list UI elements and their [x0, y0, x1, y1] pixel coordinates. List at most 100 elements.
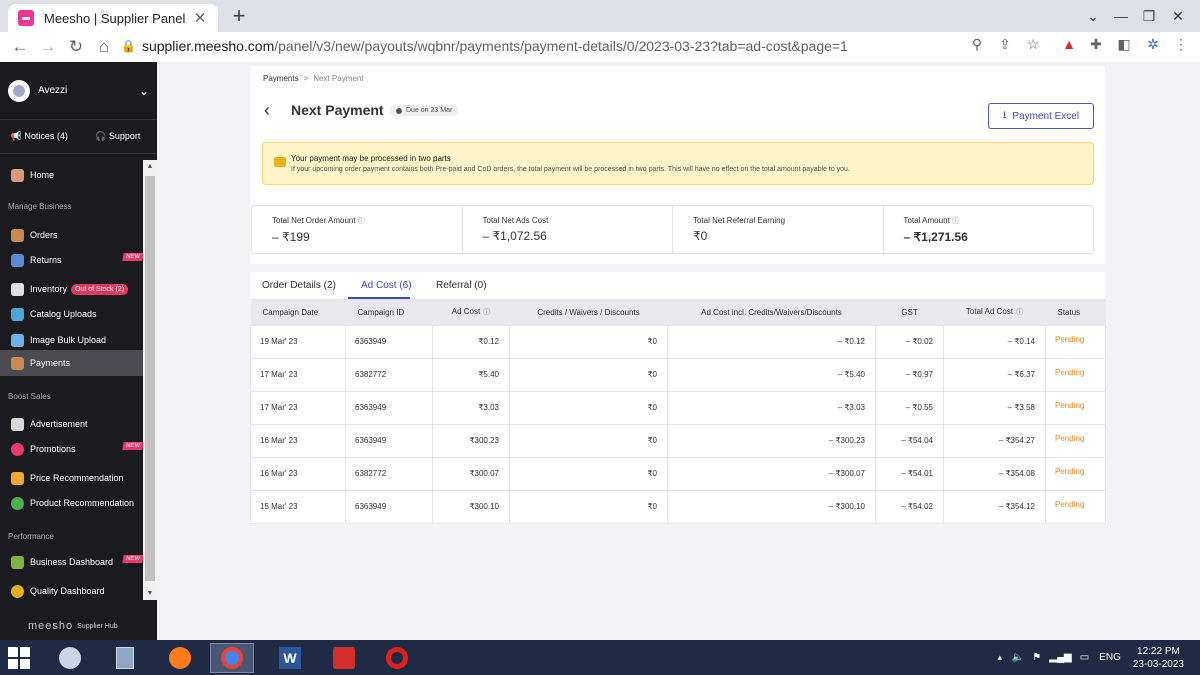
- credits-cell: ₹0: [509, 423, 668, 458]
- windows-start-icon[interactable]: [8, 647, 30, 669]
- zoom-icon[interactable]: ⚲: [966, 36, 988, 53]
- summary-label: Total Net Ads Cost: [482, 216, 549, 225]
- account-switcher[interactable]: Avezzi ⌄: [0, 62, 157, 120]
- status-badge: Pending: [1045, 456, 1106, 491]
- sidebar-item-label: Business Dashboard: [30, 557, 114, 567]
- notice-icon: 📢: [10, 131, 25, 141]
- campaign-date-cell: 15 Mar' 23: [250, 489, 346, 524]
- campaign-id-cell: 6363949: [345, 324, 433, 359]
- payment-excel-button[interactable]: ⭳ Payment Excel: [988, 103, 1094, 129]
- ad-cost-cell: ₹300.23: [432, 423, 510, 458]
- tab-search-icon[interactable]: ⌄: [1078, 0, 1108, 32]
- sidebar-item-catalog-uploads[interactable]: Catalog Uploads: [0, 301, 143, 327]
- back-arrow-icon[interactable]: ‹: [264, 100, 270, 121]
- table-row: 17 Mar' 23 6382772 ₹5.40 ₹0 – ₹5.40 – ₹0…: [250, 357, 1106, 392]
- sidebar-item-advertisement[interactable]: Advertisement: [0, 411, 143, 437]
- opera-app-icon[interactable]: [375, 643, 419, 673]
- sidebar-item-returns[interactable]: Returns NEW: [0, 247, 144, 273]
- sidebar-item-quality-dashboard[interactable]: Quality Dashboard: [0, 578, 143, 604]
- pdf-extension-icon[interactable]: ▲: [1058, 36, 1080, 52]
- notices-link[interactable]: 📢 Notices (4): [0, 131, 79, 142]
- calculator-app-icon[interactable]: [103, 643, 147, 673]
- close-tab-icon[interactable]: ✕: [192, 9, 208, 27]
- table-row: 16 Mar' 23 6363949 ₹300.23 ₹0 – ₹300.23 …: [250, 423, 1106, 458]
- side-panel-icon[interactable]: ◧: [1113, 36, 1135, 53]
- bookmark-star-icon[interactable]: ☆: [1022, 36, 1044, 53]
- sidebar-scrollbar[interactable]: ▲ ▼: [143, 160, 157, 600]
- extensions-icon[interactable]: ✚: [1085, 36, 1107, 53]
- column-header-ad-cost: Ad Cost ⓘ: [432, 300, 510, 325]
- gst-cell: – ₹0.02: [875, 324, 944, 359]
- info-icon[interactable]: ⓘ: [952, 218, 959, 225]
- notices-label: Notices (4): [24, 131, 68, 141]
- volume-icon[interactable]: 🔈: [1012, 652, 1024, 663]
- sidebar-item-inventory[interactable]: Inventory Out of Stock (2): [0, 276, 143, 302]
- sidebar-item-payments[interactable]: Payments: [0, 350, 143, 376]
- tab-referral[interactable]: Referral (0): [436, 280, 487, 291]
- section-performance: Performance: [8, 532, 54, 541]
- headset-icon: 🎧: [95, 131, 109, 141]
- due-date-label: Due on 23 Mar: [406, 107, 453, 114]
- chrome-app-icon[interactable]: [210, 643, 254, 673]
- main-content: Payments > Next Payment ‹ Next Payment Due…: [157, 62, 1200, 640]
- page-title: Next Payment: [291, 102, 384, 118]
- firefox-app-icon[interactable]: [158, 643, 202, 673]
- browser-tab[interactable]: Meesho | Supplier Panel ✕: [8, 4, 218, 32]
- sidebar-item-promotions[interactable]: Promotions NEW: [0, 436, 144, 462]
- restore-button[interactable]: ❐: [1134, 0, 1164, 32]
- breadcrumb-payments[interactable]: Payments: [263, 74, 299, 83]
- battery-icon[interactable]: ▭: [1080, 652, 1089, 663]
- scroll-down-icon[interactable]: ▼: [143, 590, 157, 597]
- language-indicator[interactable]: ENG: [1099, 652, 1121, 663]
- sidebar-item-price-recommendation[interactable]: Price Recommendation: [0, 465, 143, 491]
- detail-tabs: Order Details (2) Ad Cost (6) Referral (…: [250, 272, 1105, 300]
- word-app-icon[interactable]: W: [268, 643, 312, 673]
- info-icon[interactable]: ⓘ: [358, 218, 365, 225]
- close-window-button[interactable]: ✕: [1163, 0, 1193, 32]
- sidebar-item-label: Inventory: [30, 284, 68, 294]
- paint-app-icon[interactable]: [48, 643, 92, 673]
- megaphone-icon: [11, 417, 24, 431]
- reload-icon[interactable]: ↻: [62, 37, 90, 57]
- sidebar-item-home[interactable]: Home: [0, 162, 143, 188]
- flag-icon[interactable]: ⚑: [1032, 652, 1041, 663]
- forward-icon[interactable]: →: [34, 37, 62, 57]
- clock-icon: [396, 107, 402, 114]
- sidebar-item-label: Quality Dashboard: [30, 586, 105, 596]
- supplier-hub-label: Supplier Hub: [77, 622, 118, 630]
- browser-menu-icon[interactable]: ⋮: [1170, 36, 1192, 53]
- avatar: [8, 79, 30, 102]
- summary-net-ads-cost: Total Net Ads Cost – ₹1,072.56: [463, 206, 673, 253]
- sidebar-item-orders[interactable]: Orders: [0, 222, 143, 248]
- scroll-up-icon[interactable]: ▲: [143, 163, 157, 170]
- info-icon[interactable]: ⓘ: [1016, 309, 1023, 316]
- sidebar-item-label: Promotions: [30, 444, 76, 454]
- tab-ad-cost[interactable]: Ad Cost (6): [361, 280, 412, 291]
- network-icon[interactable]: ▂▄▆: [1049, 652, 1071, 663]
- back-icon[interactable]: ←: [6, 37, 34, 57]
- sidebar-item-label: Home: [30, 170, 55, 180]
- sidebar-item-product-recommendation[interactable]: Product Recommendation: [0, 490, 143, 516]
- profile-extension-icon[interactable]: ✲: [1142, 36, 1164, 53]
- minimize-button[interactable]: —: [1106, 0, 1136, 32]
- home-icon[interactable]: ⌂: [90, 37, 118, 57]
- image-upload-icon: [11, 333, 24, 347]
- inventory-icon: [11, 282, 24, 296]
- table-row: 16 Mar' 23 6382772 ₹300.07 ₹0 – ₹300.07 …: [250, 456, 1106, 491]
- new-tab-button[interactable]: +: [228, 5, 250, 27]
- address-bar[interactable]: 🔒 supplier.meesho.com/panel/v3/new/payou…: [121, 33, 1051, 59]
- campaign-date-cell: 16 Mar' 23: [250, 456, 346, 491]
- share-icon[interactable]: ⇪: [994, 36, 1016, 53]
- column-header: Campaign ID: [345, 300, 433, 325]
- acrobat-app-icon[interactable]: [322, 643, 366, 673]
- clock[interactable]: 12:22 PM 23-03-2023: [1133, 645, 1184, 671]
- ad-cost-cell: ₹300.10: [432, 489, 510, 524]
- scrollbar-thumb[interactable]: [145, 176, 155, 581]
- sidebar-footer: meesho Supplier Hub: [0, 612, 157, 640]
- tab-order-details[interactable]: Order Details (2): [262, 280, 336, 291]
- show-hidden-icons-icon[interactable]: ▲: [996, 653, 1004, 662]
- campaign-date-cell: 19 Mar' 23: [250, 324, 346, 359]
- sidebar-item-business-dashboard[interactable]: Business Dashboard NEW: [0, 549, 144, 575]
- info-icon[interactable]: ⓘ: [483, 309, 490, 316]
- support-link[interactable]: 🎧 Support: [79, 131, 158, 142]
